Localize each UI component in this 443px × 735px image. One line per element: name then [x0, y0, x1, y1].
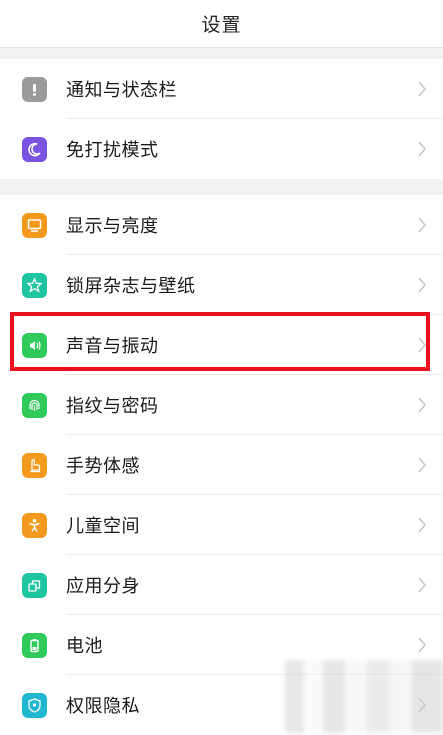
chevron-right-icon: [417, 80, 427, 98]
display-icon: [22, 212, 47, 238]
settings-item-label: 声音与振动: [66, 336, 159, 357]
settings-item-gestures[interactable]: 手势体感: [0, 435, 443, 495]
chevron-right-icon: [417, 396, 427, 414]
chevron-right-icon: [417, 276, 427, 294]
chevron-right-icon: [417, 336, 427, 354]
settings-item-label: 锁屏杂志与壁纸: [66, 276, 196, 297]
settings-item-display[interactable]: 显示与亮度: [0, 195, 443, 255]
settings-item-label: 免打扰模式: [66, 140, 159, 161]
settings-group-2: 显示与亮度 锁屏杂志与壁纸 声音与振动 指纹与密码 手势体感 儿童空间 应用分身…: [0, 195, 443, 735]
page-header: 设置: [0, 0, 443, 48]
chevron-right-icon: [417, 576, 427, 594]
settings-item-fingerprint-password[interactable]: 指纹与密码: [0, 375, 443, 435]
chevron-right-icon: [417, 140, 427, 158]
settings-item-notifications[interactable]: 通知与状态栏: [0, 59, 443, 119]
settings-item-kids-space[interactable]: 儿童空间: [0, 495, 443, 555]
settings-item-sound-vibration[interactable]: 声音与振动: [0, 315, 443, 375]
page-title: 设置: [201, 14, 242, 36]
chevron-right-icon: [417, 216, 427, 234]
sound-icon: [22, 332, 47, 358]
settings-item-label: 应用分身: [66, 576, 140, 597]
settings-item-label: 儿童空间: [66, 516, 140, 537]
settings-group-1: 通知与状态栏 免打扰模式: [0, 59, 443, 179]
settings-item-label: 通知与状态栏: [66, 80, 177, 101]
child-icon: [22, 512, 47, 538]
settings-item-app-clone[interactable]: 应用分身: [0, 555, 443, 615]
wallpaper-icon: [22, 272, 47, 298]
clone-icon: [22, 572, 47, 598]
privacy-icon: [22, 692, 47, 718]
chevron-right-icon: [417, 516, 427, 534]
settings-item-label: 显示与亮度: [66, 216, 159, 237]
settings-item-label: 电池: [66, 636, 103, 657]
chevron-right-icon: [417, 456, 427, 474]
notification-icon: [22, 76, 47, 102]
gesture-icon: [22, 452, 47, 478]
settings-item-do-not-disturb[interactable]: 免打扰模式: [0, 119, 443, 179]
chevron-right-icon: [417, 636, 427, 654]
battery-icon: [22, 632, 47, 658]
settings-item-lockscreen-wallpaper[interactable]: 锁屏杂志与壁纸: [0, 255, 443, 315]
watermark-blur: [285, 660, 443, 733]
settings-item-label: 指纹与密码: [66, 396, 159, 417]
settings-item-label: 手势体感: [66, 456, 140, 477]
fingerprint-icon: [22, 392, 47, 418]
settings-item-label: 权限隐私: [66, 696, 140, 717]
moon-icon: [22, 136, 47, 162]
